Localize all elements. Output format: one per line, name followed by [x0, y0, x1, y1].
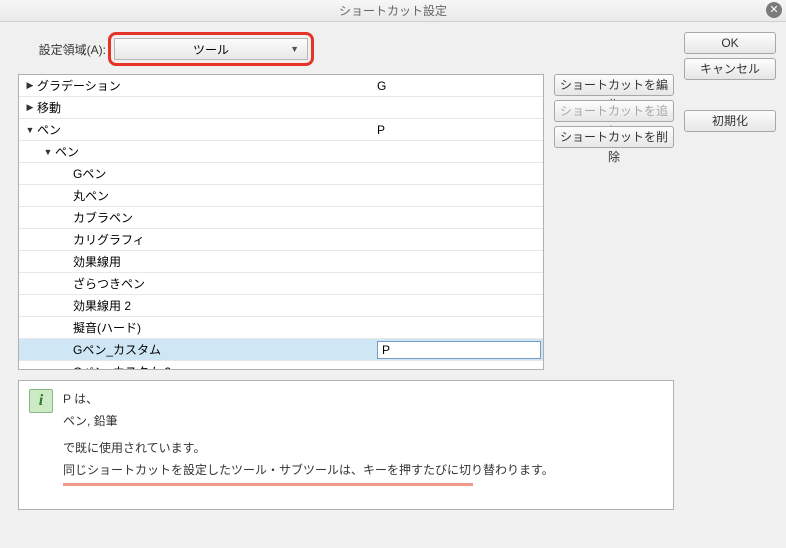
shortcut-input[interactable] — [377, 341, 541, 359]
reset-button[interactable]: 初期化 — [684, 110, 776, 132]
info-icon: i — [29, 389, 53, 413]
tree-row[interactable]: ▼ペンP — [19, 119, 543, 141]
tree-row[interactable]: カリグラフィ — [19, 229, 543, 251]
close-icon[interactable]: ✕ — [766, 2, 782, 18]
tree-row-label: グラデーション — [35, 77, 373, 94]
area-dropdown[interactable]: ツール ▼ — [114, 38, 308, 60]
dialog-titlebar: ショートカット設定 ✕ — [0, 0, 786, 22]
tree-row-label: Gペン_カスタム — [71, 341, 373, 358]
tree-row-shortcut: P — [373, 123, 543, 137]
tree-row[interactable]: ▼ペン — [19, 141, 543, 163]
tree-row[interactable]: Gペン — [19, 163, 543, 185]
disclosure-icon[interactable]: ▶ — [25, 102, 35, 113]
disclosure-icon[interactable]: ▼ — [43, 147, 53, 157]
tree-row[interactable]: ざらつきペン — [19, 273, 543, 295]
tree-row-shortcut[interactable] — [373, 341, 543, 359]
tree-row-label: 丸ペン — [71, 187, 373, 204]
tree-row-label: ざらつきペン — [71, 275, 373, 292]
tree-row[interactable]: ▶グラデーションG — [19, 75, 543, 97]
disclosure-icon[interactable]: ▼ — [25, 125, 35, 135]
chevron-down-icon: ▼ — [290, 44, 299, 54]
area-dropdown-highlight: ツール ▼ — [108, 32, 314, 66]
tree-row[interactable]: 丸ペン — [19, 185, 543, 207]
info-line-3: 同じショートカットを設定したツール・サブツールは、キーを押すたびに切り替わります… — [63, 463, 554, 477]
info-underline — [63, 483, 473, 486]
disclosure-icon[interactable]: ▶ — [25, 80, 35, 91]
tree-row-label: ペン — [35, 121, 373, 138]
info-line-2: で既に使用されています。 — [63, 441, 205, 455]
tree-row-label: 擬音(ハード) — [71, 319, 373, 336]
add-shortcut-button: ショートカットを追加 — [554, 100, 674, 122]
edit-shortcut-button[interactable]: ショートカットを編集 — [554, 74, 674, 96]
cancel-button[interactable]: キャンセル — [684, 58, 776, 80]
tree-row-label: カブラペン — [71, 209, 373, 226]
area-field-row: 設定領域(A): ツール ▼ — [18, 32, 674, 66]
tree-row-label: 効果線用 2 — [71, 297, 373, 314]
tree-row[interactable]: Gペン_カスタム 2 — [19, 361, 543, 370]
tree-row-shortcut: G — [373, 79, 543, 93]
tree-row-label: Gペン — [71, 165, 373, 182]
tree-row[interactable]: ▶移動 — [19, 97, 543, 119]
tree-row-label: ペン — [53, 143, 373, 160]
tree-row[interactable]: カブラペン — [19, 207, 543, 229]
info-pane: i P は、 ペン, 鉛筆 で既に使用されています。 同じショートカットを設定し… — [18, 380, 674, 510]
tree-row[interactable]: 効果線用 — [19, 251, 543, 273]
dialog-title: ショートカット設定 — [339, 4, 447, 18]
tree-row-label: 移動 — [35, 99, 373, 116]
ok-button[interactable]: OK — [684, 32, 776, 54]
area-field-label: 設定領域(A): — [18, 41, 108, 58]
info-line-1b: ペン, 鉛筆 — [63, 411, 663, 433]
area-dropdown-value: ツール — [193, 41, 229, 58]
delete-shortcut-button[interactable]: ショートカットを削除 — [554, 126, 674, 148]
shortcut-tree[interactable]: ▶グラデーションG▶移動▼ペンP▼ペンGペン丸ペンカブラペンカリグラフィ効果線用… — [18, 74, 544, 370]
tree-row[interactable]: Gペン_カスタム — [19, 339, 543, 361]
info-line-1a: P は、 — [63, 389, 663, 411]
tree-row-label: Gペン_カスタム 2 — [71, 363, 373, 370]
tree-row[interactable]: 擬音(ハード) — [19, 317, 543, 339]
tree-row-label: カリグラフィ — [71, 231, 373, 248]
tree-row-label: 効果線用 — [71, 253, 373, 270]
tree-row[interactable]: 効果線用 2 — [19, 295, 543, 317]
